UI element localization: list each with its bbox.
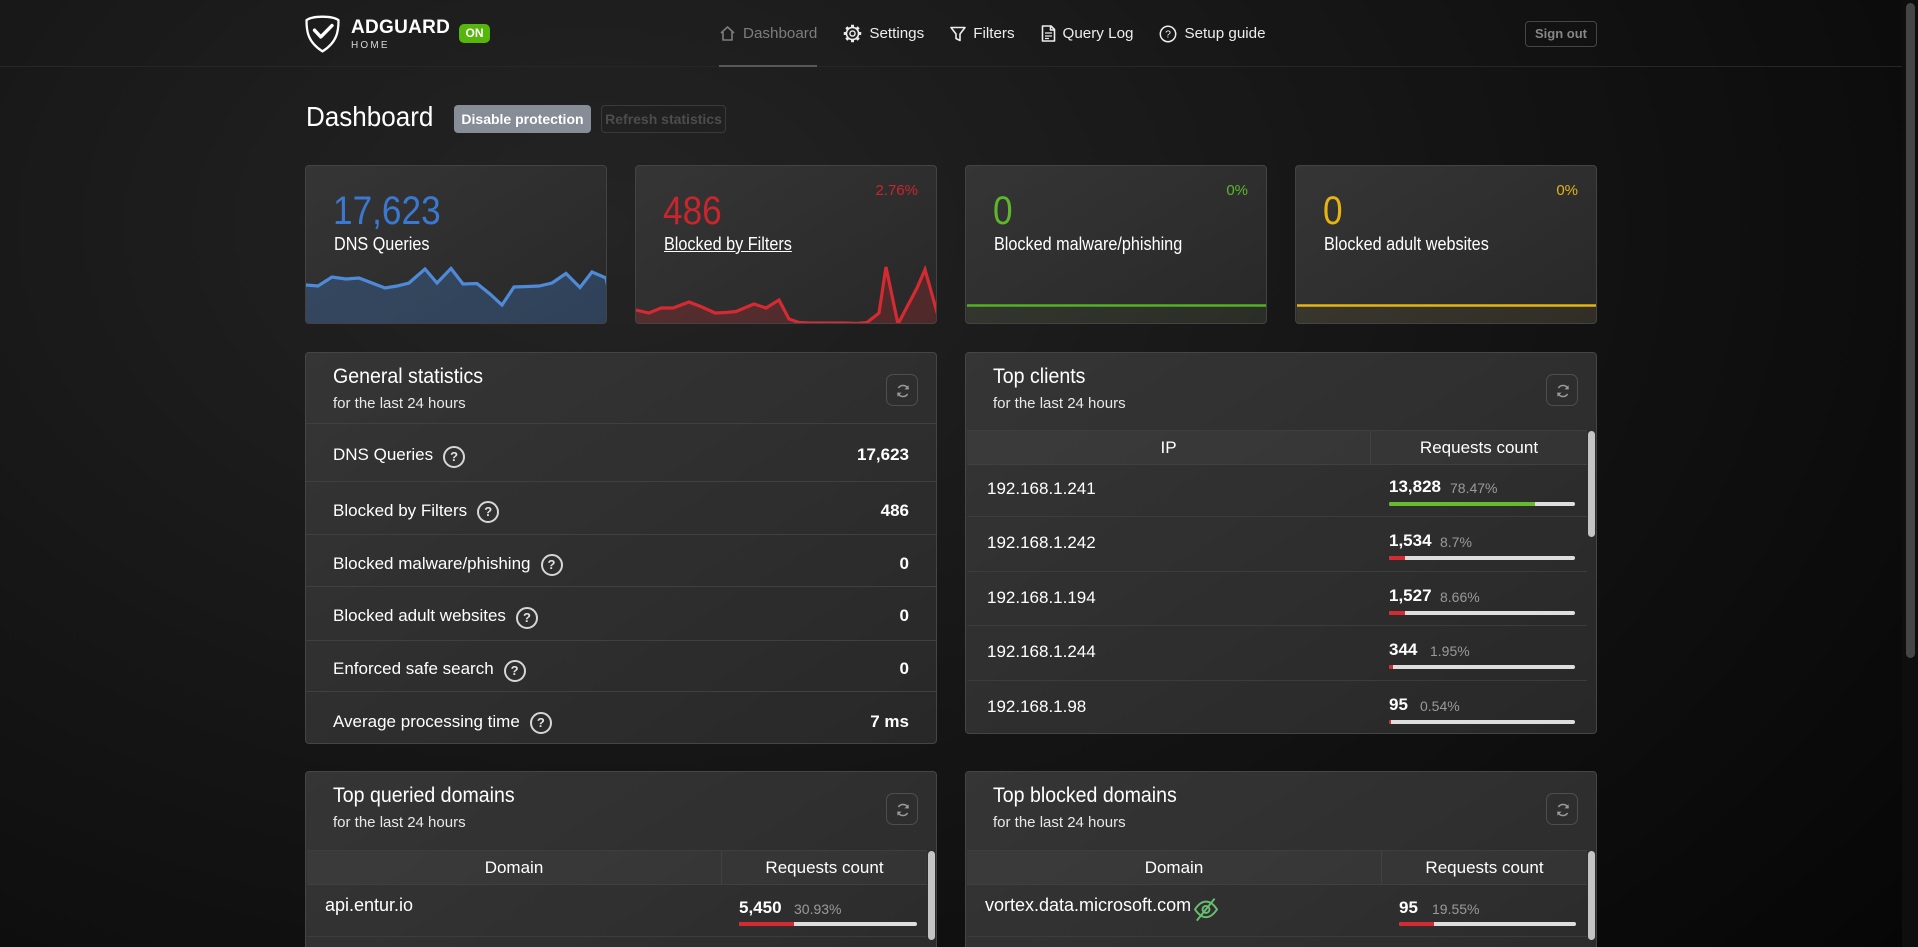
svg-text:?: ? xyxy=(1166,28,1172,40)
